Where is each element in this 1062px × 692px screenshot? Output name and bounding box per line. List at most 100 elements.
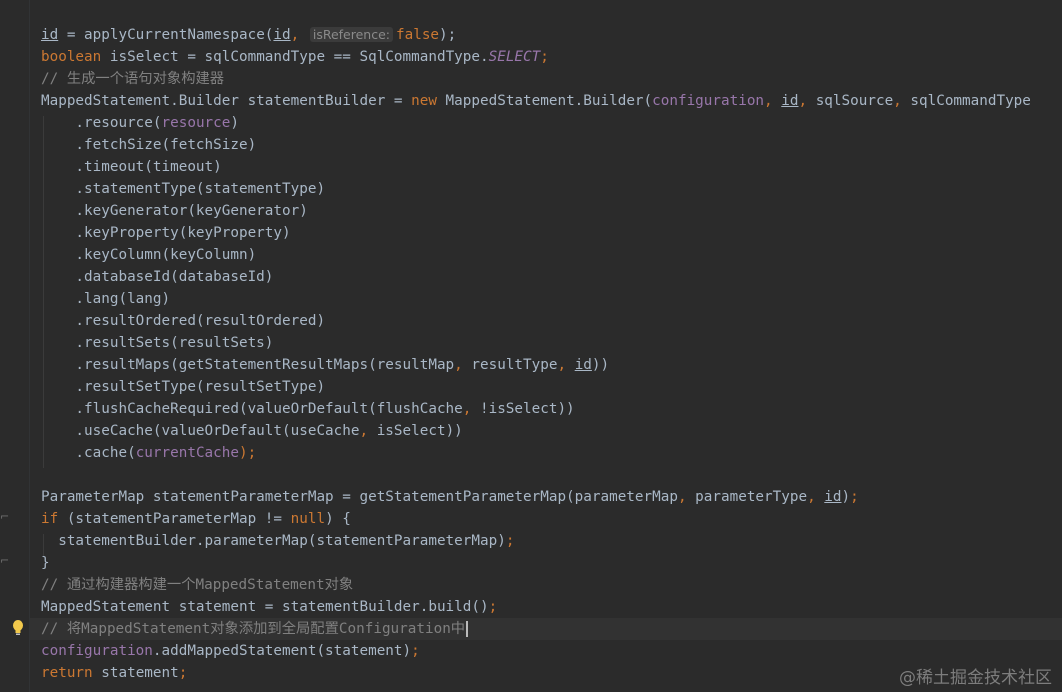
code-token: , bbox=[807, 489, 825, 505]
code-token: .keyProperty(keyProperty) bbox=[41, 225, 291, 241]
code-line[interactable]: return statement; bbox=[41, 662, 187, 684]
code-token: if bbox=[41, 511, 59, 527]
code-token: MappedStatement statement = statementBui… bbox=[41, 599, 489, 615]
code-token: null bbox=[290, 511, 326, 527]
code-token: statement bbox=[92, 665, 179, 681]
code-token: .resultSets(resultSets) bbox=[41, 335, 274, 351]
fold-marker-icon[interactable]: ⌐ bbox=[0, 510, 9, 523]
code-line[interactable]: id = applyCurrentNamespace(id, isReferen… bbox=[41, 24, 456, 46]
code-editor[interactable]: ⌐ ⌐ id = applyCurrentNamespace(id, isRef… bbox=[0, 0, 1062, 692]
code-token: .cache( bbox=[41, 445, 136, 461]
code-token: statementBuilder.parameterMap(statementP… bbox=[41, 533, 506, 549]
code-token: id bbox=[574, 357, 592, 373]
code-line[interactable]: .fetchSize(fetchSize) bbox=[41, 134, 256, 156]
code-token: ) bbox=[230, 115, 239, 131]
code-line[interactable]: .cache(currentCache); bbox=[41, 442, 256, 464]
code-line[interactable]: .resultOrdered(resultOrdered) bbox=[41, 310, 325, 332]
code-token: configuration bbox=[652, 93, 765, 109]
code-token: ParameterMap statementParameterMap = get… bbox=[41, 489, 678, 505]
code-token: new bbox=[411, 93, 437, 109]
code-token: .fetchSize(fetchSize) bbox=[41, 137, 257, 153]
code-line[interactable]: configuration.addMappedStatement(stateme… bbox=[41, 640, 420, 662]
code-line[interactable]: .keyGenerator(keyGenerator) bbox=[41, 200, 308, 222]
lightbulb-icon[interactable] bbox=[11, 619, 25, 637]
code-token: sqlSource bbox=[815, 93, 894, 109]
code-token: , bbox=[557, 357, 575, 373]
code-token: !isSelect)) bbox=[479, 401, 575, 417]
code-line[interactable]: .resultMaps(getStatementResultMaps(resul… bbox=[41, 354, 609, 376]
code-token: ); bbox=[439, 27, 457, 43]
parameter-hint: isReference: bbox=[309, 27, 393, 42]
code-token: isSelect)) bbox=[376, 423, 463, 439]
code-token: , bbox=[454, 357, 472, 373]
gutter-divider bbox=[29, 0, 30, 692]
code-token: , bbox=[764, 93, 782, 109]
code-line[interactable]: .lang(lang) bbox=[41, 288, 170, 310]
code-line[interactable]: .resource(resource) bbox=[41, 112, 239, 134]
code-line[interactable]: .statementType(statementType) bbox=[41, 178, 325, 200]
code-token: , bbox=[893, 93, 911, 109]
code-token: .addMappedStatement(statement) bbox=[152, 643, 412, 659]
code-line[interactable]: MappedStatement statement = statementBui… bbox=[41, 596, 497, 618]
code-token: .databaseId(databaseId) bbox=[41, 269, 274, 285]
code-line[interactable]: // 生成一个语句对象构建器 bbox=[41, 68, 224, 90]
code-token: .keyGenerator(keyGenerator) bbox=[41, 203, 308, 219]
code-token: .flushCacheRequired(valueOrDefault(flush… bbox=[41, 401, 463, 417]
code-line[interactable]: // 将MappedStatement对象添加到全局配置Configuratio… bbox=[41, 618, 469, 640]
code-token: ; bbox=[850, 489, 859, 505]
code-token: ; bbox=[505, 533, 515, 549]
code-token: .resultMaps(getStatementResultMaps(resul… bbox=[41, 357, 455, 373]
code-token: .resultOrdered(resultOrdered) bbox=[41, 313, 326, 329]
code-line[interactable]: .keyProperty(keyProperty) bbox=[41, 222, 291, 244]
code-comment: // 将MappedStatement对象添加到全局配置Configuratio… bbox=[41, 621, 466, 637]
code-line[interactable]: ParameterMap statementParameterMap = get… bbox=[41, 486, 859, 508]
code-line[interactable]: .flushCacheRequired(valueOrDefault(flush… bbox=[41, 398, 575, 420]
code-token: .useCache(valueOrDefault(useCache bbox=[41, 423, 360, 439]
code-token: ) { bbox=[325, 511, 351, 527]
code-line[interactable]: if (statementParameterMap != null) { bbox=[41, 508, 351, 530]
code-line[interactable]: .keyColumn(keyColumn) bbox=[41, 244, 256, 266]
code-token: id bbox=[824, 489, 842, 505]
code-token: resource bbox=[161, 115, 231, 131]
code-token: , bbox=[359, 423, 377, 439]
code-line[interactable]: statementBuilder.parameterMap(statementP… bbox=[41, 530, 514, 552]
code-token: ; bbox=[411, 643, 420, 659]
code-line[interactable]: .resultSets(resultSets) bbox=[41, 332, 273, 354]
code-token: MappedStatement.Builder( bbox=[436, 93, 653, 109]
watermark: @稀土掘金技术社区 bbox=[899, 668, 1052, 688]
code-token: , bbox=[677, 489, 696, 505]
code-token: )) bbox=[591, 357, 610, 373]
code-token: configuration bbox=[41, 643, 153, 659]
code-token: .lang(lang) bbox=[41, 291, 171, 307]
code-token: ) bbox=[841, 489, 851, 505]
code-token: ; bbox=[178, 665, 188, 681]
code-token: ; bbox=[540, 49, 549, 65]
code-comment: // 生成一个语句对象构建器 bbox=[41, 71, 225, 87]
code-token: , bbox=[798, 93, 816, 109]
code-token: SELECT bbox=[488, 49, 541, 65]
code-token: ); bbox=[238, 445, 257, 461]
code-token: , bbox=[462, 401, 480, 417]
code-token: } bbox=[41, 555, 50, 571]
fold-marker-icon[interactable]: ⌐ bbox=[0, 554, 9, 567]
code-line[interactable]: MappedStatement.Builder statementBuilder… bbox=[41, 90, 1031, 112]
code-token: .timeout(timeout) bbox=[41, 159, 222, 175]
code-line[interactable]: .timeout(timeout) bbox=[41, 156, 222, 178]
text-caret bbox=[466, 621, 469, 637]
code-token: ; bbox=[488, 599, 498, 615]
code-line[interactable]: // 通过构建器构建一个MappedStatement对象 bbox=[41, 574, 353, 596]
editor-gutter[interactable]: ⌐ ⌐ bbox=[0, 0, 30, 692]
code-token: parameterType bbox=[695, 489, 808, 505]
code-token: MappedStatement.Builder statementBuilder… bbox=[41, 93, 412, 109]
code-token: isSelect = sqlCommandType == SqlCommandT… bbox=[101, 49, 489, 65]
code-token: .statementType(statementType) bbox=[41, 181, 326, 197]
code-line[interactable]: } bbox=[41, 552, 50, 574]
code-token: return bbox=[41, 665, 93, 681]
code-line[interactable]: .databaseId(databaseId) bbox=[41, 266, 273, 288]
code-comment: // 通过构建器构建一个MappedStatement对象 bbox=[41, 577, 354, 593]
code-token: id bbox=[273, 27, 291, 43]
code-token: false bbox=[396, 27, 440, 43]
code-line[interactable]: .resultSetType(resultSetType) bbox=[41, 376, 325, 398]
code-line[interactable]: boolean isSelect = sqlCommandType == Sql… bbox=[41, 46, 549, 68]
code-line[interactable]: .useCache(valueOrDefault(useCache, isSel… bbox=[41, 420, 463, 442]
